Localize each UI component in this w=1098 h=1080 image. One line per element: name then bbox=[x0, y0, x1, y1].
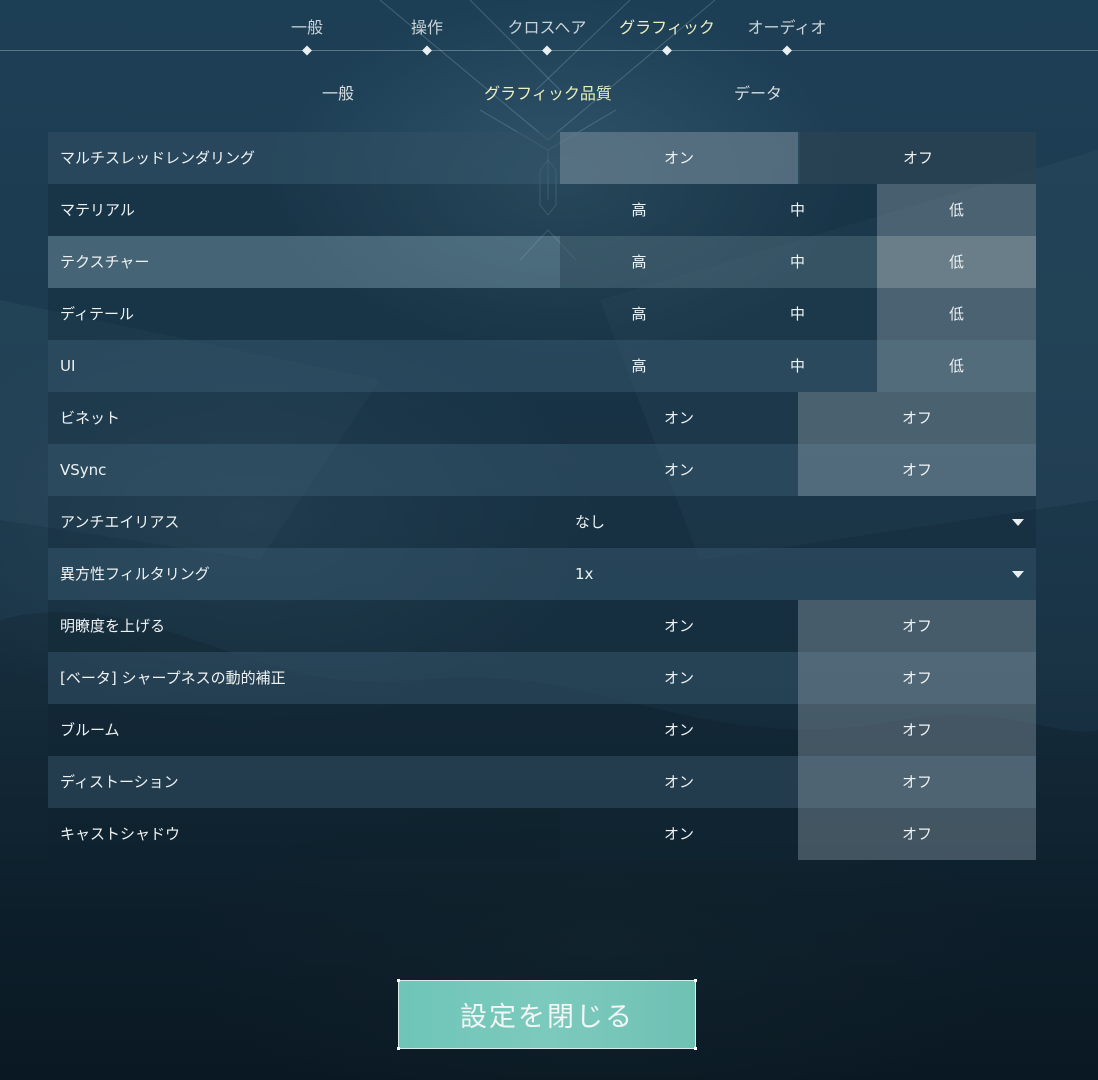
option-on[interactable]: オン bbox=[560, 600, 798, 652]
caret-down-icon bbox=[1012, 519, 1024, 526]
option-on[interactable]: オン bbox=[560, 132, 798, 184]
top-tab-bar: 一般 操作 クロスヘア グラフィック オーディオ bbox=[0, 0, 1098, 56]
corner-marker bbox=[694, 1047, 697, 1050]
diamond-icon bbox=[542, 45, 552, 56]
option-low[interactable]: 低 bbox=[877, 184, 1036, 236]
setting-row-material: マテリアル 高 中 低 bbox=[48, 184, 1036, 236]
dropdown-value: なし bbox=[575, 513, 606, 531]
option-medium[interactable]: 中 bbox=[718, 288, 877, 340]
setting-label: ディテール bbox=[60, 305, 134, 323]
setting-row-vsync: VSync オン オフ bbox=[48, 444, 1036, 496]
tab-graphics[interactable]: グラフィック bbox=[619, 14, 715, 38]
subtab-general[interactable]: 一般 bbox=[322, 80, 354, 104]
option-high[interactable]: 高 bbox=[560, 184, 718, 236]
option-low[interactable]: 低 bbox=[877, 340, 1036, 392]
close-settings-button[interactable]: 設定を閉じる bbox=[397, 979, 697, 1050]
setting-row-multithreaded-rendering: マルチスレッドレンダリング オン オフ bbox=[48, 132, 1036, 184]
corner-marker bbox=[397, 1047, 400, 1050]
diamond-icon bbox=[302, 45, 312, 56]
option-low[interactable]: 低 bbox=[877, 288, 1036, 340]
setting-row-experimental-sharpening: [ベータ] シャープネスの動的補正 オン オフ bbox=[48, 652, 1036, 704]
setting-row-bloom: ブルーム オン オフ bbox=[48, 704, 1036, 756]
option-medium[interactable]: 中 bbox=[718, 236, 877, 288]
tab-crosshair[interactable]: クロスヘア bbox=[508, 14, 587, 38]
option-off[interactable]: オフ bbox=[798, 756, 1036, 808]
setting-row-improve-clarity: 明瞭度を上げる オン オフ bbox=[48, 600, 1036, 652]
option-high[interactable]: 高 bbox=[560, 288, 718, 340]
setting-row-anisotropic-filtering: 異方性フィルタリング 1x bbox=[48, 548, 1036, 600]
tab-audio[interactable]: オーディオ bbox=[748, 14, 827, 38]
setting-label: UI bbox=[60, 357, 76, 375]
setting-label: マルチスレッドレンダリング bbox=[60, 149, 256, 167]
setting-label: 異方性フィルタリング bbox=[60, 565, 210, 583]
corner-marker bbox=[694, 979, 697, 982]
setting-label: マテリアル bbox=[60, 201, 135, 219]
setting-label: ディストーション bbox=[60, 773, 179, 791]
setting-label: ビネット bbox=[60, 409, 121, 427]
subtab-graphics-quality[interactable]: グラフィック品質 bbox=[484, 80, 612, 104]
option-on[interactable]: オン bbox=[560, 756, 798, 808]
setting-row-anti-aliasing: アンチエイリアス なし bbox=[48, 496, 1036, 548]
diamond-icon bbox=[662, 45, 672, 56]
setting-label: ブルーム bbox=[60, 721, 120, 739]
anisotropic-filtering-dropdown[interactable]: 1x bbox=[560, 548, 1036, 600]
close-settings-label: 設定を閉じる bbox=[460, 1002, 634, 1033]
setting-label: テクスチャー bbox=[60, 253, 150, 271]
option-off[interactable]: オフ bbox=[798, 704, 1036, 756]
setting-label: [ベータ] シャープネスの動的補正 bbox=[60, 669, 286, 687]
option-medium[interactable]: 中 bbox=[718, 340, 877, 392]
dropdown-value: 1x bbox=[575, 565, 594, 583]
option-off[interactable]: オフ bbox=[798, 392, 1036, 444]
corner-marker bbox=[397, 979, 400, 982]
diamond-icon bbox=[422, 45, 432, 56]
option-on[interactable]: オン bbox=[560, 808, 798, 860]
setting-label: VSync bbox=[60, 461, 107, 479]
setting-row-detail: ディテール 高 中 低 bbox=[48, 288, 1036, 340]
setting-row-texture: テクスチャー 高 中 低 bbox=[48, 236, 1036, 288]
option-low[interactable]: 低 bbox=[877, 236, 1036, 288]
option-high[interactable]: 高 bbox=[560, 236, 718, 288]
caret-down-icon bbox=[1012, 571, 1024, 578]
setting-label: アンチエイリアス bbox=[60, 513, 180, 531]
option-off[interactable]: オフ bbox=[798, 652, 1036, 704]
option-off[interactable]: オフ bbox=[800, 132, 1036, 184]
subtab-data[interactable]: データ bbox=[734, 80, 782, 104]
option-medium[interactable]: 中 bbox=[718, 184, 877, 236]
setting-label: キャストシャドウ bbox=[60, 825, 181, 843]
setting-row-vignette: ビネット オン オフ bbox=[48, 392, 1036, 444]
option-off[interactable]: オフ bbox=[798, 444, 1036, 496]
setting-row-distortion: ディストーション オン オフ bbox=[48, 756, 1036, 808]
option-off[interactable]: オフ bbox=[798, 808, 1036, 860]
setting-row-ui: UI 高 中 低 bbox=[48, 340, 1036, 392]
tab-general[interactable]: 一般 bbox=[291, 14, 323, 38]
option-high[interactable]: 高 bbox=[560, 340, 718, 392]
anti-aliasing-dropdown[interactable]: なし bbox=[560, 496, 1036, 548]
setting-label: 明瞭度を上げる bbox=[60, 617, 166, 635]
option-off[interactable]: オフ bbox=[798, 600, 1036, 652]
tab-controls[interactable]: 操作 bbox=[411, 14, 443, 38]
option-on[interactable]: オン bbox=[560, 704, 798, 756]
option-on[interactable]: オン bbox=[560, 444, 798, 496]
option-on[interactable]: オン bbox=[560, 392, 798, 444]
setting-row-cast-shadows: キャストシャドウ オン オフ bbox=[48, 808, 1036, 860]
diamond-icon bbox=[782, 45, 792, 56]
settings-list: マルチスレッドレンダリング オン オフ マテリアル 高 中 低 テクスチャー 高… bbox=[48, 132, 1036, 860]
option-on[interactable]: オン bbox=[560, 652, 798, 704]
